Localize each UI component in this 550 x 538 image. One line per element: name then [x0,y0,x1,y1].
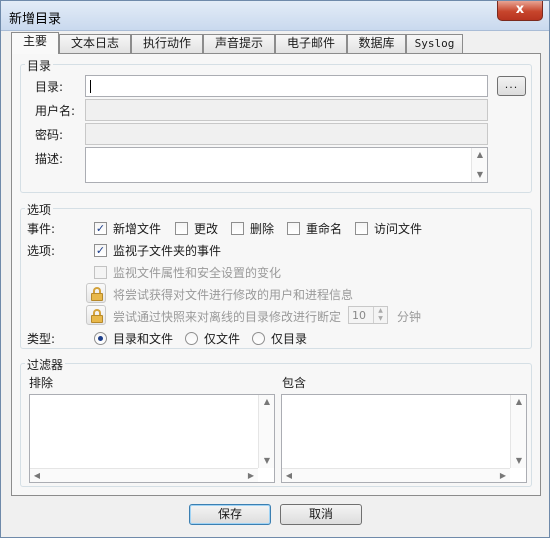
password-input[interactable] [85,123,488,145]
snapshot-unit-label: 分钟 [397,310,422,324]
event-change-checkbox[interactable] [175,222,188,235]
lock-icon [86,283,106,303]
type-dirs-only-label[interactable]: 仅目录 [271,330,307,347]
close-button[interactable]: x [497,1,543,21]
description-textarea[interactable]: ▲ ▼ [85,147,488,183]
directory-group-title: 目录 [25,57,54,74]
get-user-process-label: 将尝试获得对文件进行修改的用户和进程信息 [113,288,354,302]
scroll-down-icon[interactable]: ▼ [259,455,275,467]
event-new-file-checkbox[interactable]: ✓ [94,222,107,235]
tab-main[interactable]: 主要 [11,32,59,54]
tab-email[interactable]: 电子邮件 [275,34,347,53]
directory-label: 目录: [35,80,64,94]
options-label: 选项: [27,244,56,258]
tab-database[interactable]: 数据库 [347,34,406,53]
include-hscrollbar[interactable]: ◀ ▶ [282,468,510,482]
scroll-right-icon[interactable]: ▶ [496,469,510,483]
username-label: 用户名: [35,104,76,118]
include-label: 包含 [282,376,307,390]
type-dirs-only-radio[interactable] [252,332,265,345]
exclude-list[interactable]: ▲ ▼ ◀ ▶ [29,394,275,483]
directory-input[interactable] [85,75,488,97]
stepper-arrows-icon[interactable]: ▲ ▼ [373,307,387,323]
scroll-up-icon[interactable]: ▲ [472,149,488,161]
browse-button[interactable]: ... [497,76,526,96]
lock-icon [86,305,106,325]
scroll-left-icon[interactable]: ◀ [30,469,44,483]
monitor-attributes-checkbox[interactable] [94,266,107,279]
scroll-up-icon[interactable]: ▲ [259,396,275,408]
scroll-up-icon[interactable]: ▲ [511,396,527,408]
event-rename-label[interactable]: 重命名 [306,220,342,237]
password-label: 密码: [35,128,64,142]
monitor-subfolders-label[interactable]: 监视子文件夹的事件 [113,242,221,259]
cancel-button[interactable]: 取消 [280,504,362,525]
tab-sound[interactable]: 声音提示 [203,34,275,53]
description-label: 描述: [35,152,64,166]
save-button[interactable]: 保存 [189,504,271,525]
options-group: 选项 事件: ✓ 新增文件 更改 删除 重命名 访问文件 选项: ✓ 监视子文件… [20,201,532,349]
scroll-left-icon[interactable]: ◀ [282,469,296,483]
event-rename-checkbox[interactable] [287,222,300,235]
directory-group: 目录 目录: ... 用户名: 密码: 描述: ▲ ▼ [20,57,532,193]
options-group-title: 选项 [25,201,54,218]
scroll-down-icon[interactable]: ▼ [511,455,527,467]
tab-syslog[interactable]: Syslog [406,34,463,53]
window-title: 新增目录 [9,12,62,27]
snapshot-interval-stepper[interactable]: 10 ▲ ▼ [348,306,388,324]
include-vscrollbar[interactable]: ▲ ▼ [510,395,526,468]
event-delete-label[interactable]: 删除 [250,220,274,237]
monitor-attributes-label: 监视文件属性和安全设置的变化 [113,266,282,280]
tab-panel-main: 目录 目录: ... 用户名: 密码: 描述: ▲ ▼ 选项 事件: ✓ 新增文… [11,53,541,496]
type-dirs-and-files-label[interactable]: 目录和文件 [113,330,173,347]
snapshot-offline-label: 尝试通过快照来对离线的目录修改进行断定 [113,310,342,324]
dialog-window: 新增目录 x 主要 文本日志 执行动作 声音提示 电子邮件 数据库 Syslog… [0,0,550,538]
exclude-label: 排除 [29,376,54,390]
tab-actions[interactable]: 执行动作 [131,34,203,53]
title-bar[interactable]: 新增目录 x [1,1,549,31]
event-access-file-checkbox[interactable] [355,222,368,235]
filter-group-title: 过滤器 [25,356,66,373]
close-icon: x [515,2,525,17]
event-delete-checkbox[interactable] [231,222,244,235]
type-files-only-radio[interactable] [185,332,198,345]
event-change-label[interactable]: 更改 [194,220,218,237]
snapshot-interval-value: 10 [352,309,366,322]
text-caret [90,80,91,93]
events-label: 事件: [27,222,56,236]
scroll-down-icon[interactable]: ▼ [472,169,488,181]
description-scrollbar[interactable]: ▲ ▼ [471,148,487,182]
exclude-vscrollbar[interactable]: ▲ ▼ [258,395,274,468]
type-files-only-label[interactable]: 仅文件 [204,330,240,347]
include-list[interactable]: ▲ ▼ ◀ ▶ [281,394,527,483]
username-input[interactable] [85,99,488,121]
filter-group: 过滤器 排除 ▲ ▼ ◀ ▶ 包含 ▲ ▼ ◀ ▶ [20,356,532,487]
monitor-subfolders-checkbox[interactable]: ✓ [94,244,107,257]
scroll-right-icon[interactable]: ▶ [244,469,258,483]
tab-text-log[interactable]: 文本日志 [59,34,131,53]
exclude-hscrollbar[interactable]: ◀ ▶ [30,468,258,482]
event-new-file-label[interactable]: 新增文件 [113,220,161,237]
type-dirs-and-files-radio[interactable] [94,332,107,345]
event-access-file-label[interactable]: 访问文件 [374,220,422,237]
type-label: 类型: [27,332,56,346]
